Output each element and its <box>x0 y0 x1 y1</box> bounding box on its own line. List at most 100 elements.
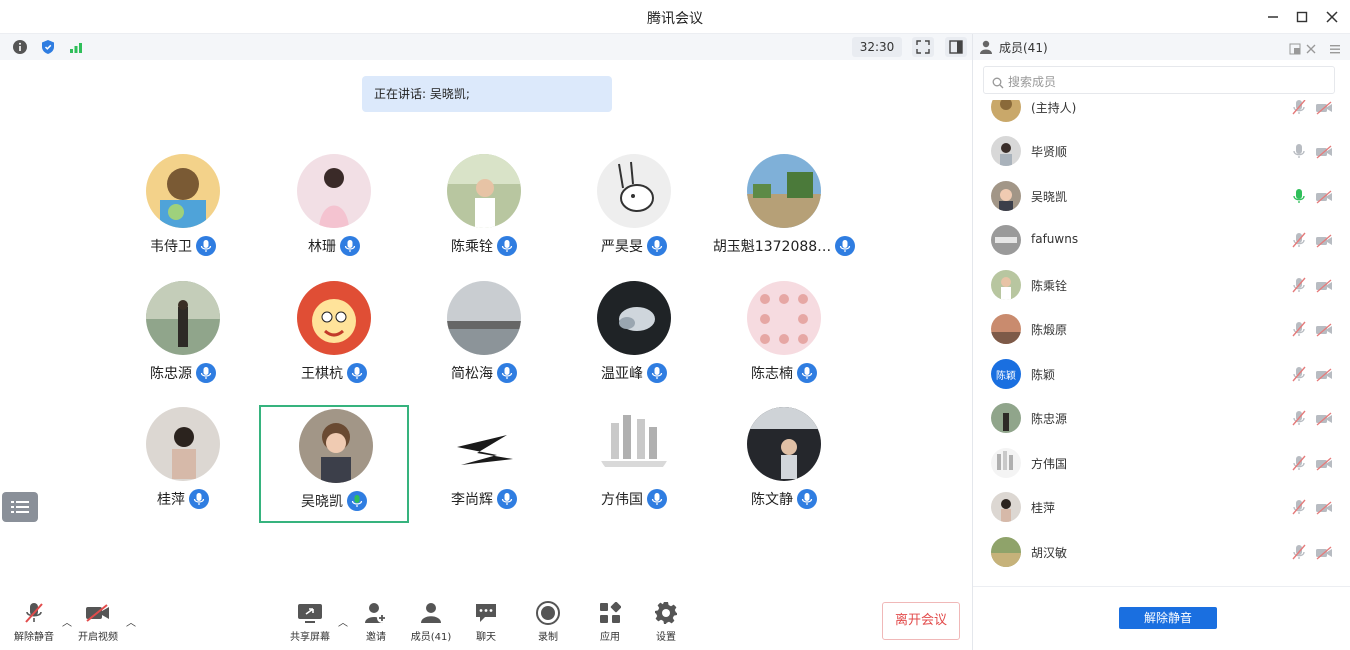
member-row[interactable]: 桂萍 <box>973 486 1350 530</box>
chat-button[interactable]: 聊天 <box>458 600 514 643</box>
muted-mic-icon[interactable] <box>1291 366 1307 382</box>
participant-tile[interactable]: 吴晓凯 <box>259 405 409 523</box>
member-row[interactable]: (主持人) <box>973 100 1350 130</box>
list-view-button[interactable] <box>2 492 38 522</box>
participant-tile[interactable]: 方伟国 <box>559 407 709 525</box>
member-row[interactable]: fafuwns <box>973 219 1350 263</box>
shield-icon[interactable] <box>39 38 57 56</box>
participant-tile[interactable]: 王棋杭 <box>259 281 409 399</box>
member-row[interactable]: 陈煅原 <box>973 308 1350 352</box>
muted-mic-icon[interactable] <box>1291 100 1307 115</box>
participant-name-line: 简松海 <box>409 363 559 383</box>
minimize-button[interactable] <box>1262 6 1284 28</box>
member-row[interactable]: 方伟国 <box>973 442 1350 486</box>
participant-tile[interactable]: 陈忠源 <box>108 281 258 399</box>
participant-tile[interactable]: 胡玉魁1372088… <box>709 154 859 272</box>
participant-tile[interactable]: 陈志楠 <box>709 281 859 399</box>
muted-mic-icon[interactable] <box>1291 410 1307 426</box>
share-screen-button[interactable]: 共享屏幕 <box>282 600 338 643</box>
popout-icon[interactable] <box>1289 40 1301 59</box>
participant-tile[interactable]: 林珊 <box>259 154 409 272</box>
toggle-panel-button[interactable] <box>945 37 967 57</box>
avatar <box>597 154 671 228</box>
muted-mic-icon[interactable] <box>1291 321 1307 337</box>
video-off-icon[interactable] <box>1315 545 1333 560</box>
video-off-icon[interactable] <box>1315 189 1333 204</box>
member-search-input[interactable]: 搜索成员 <box>983 66 1335 94</box>
members-button[interactable]: 成员(41) <box>403 600 459 643</box>
video-off-icon[interactable] <box>1315 322 1333 337</box>
info-icon[interactable] <box>11 38 29 56</box>
mic-icon[interactable] <box>1291 143 1307 159</box>
member-name: 陈乘铨 <box>1031 279 1068 293</box>
member-row[interactable]: 陈乘铨 <box>973 264 1350 308</box>
record-icon <box>520 600 576 626</box>
video-options-caret[interactable]: ︿ <box>126 614 136 629</box>
start-video-button[interactable]: 开启视频 <box>70 600 126 643</box>
participant-tile[interactable]: 桂萍 <box>108 407 258 525</box>
participant-tile[interactable]: 韦侍卫 <box>108 154 258 272</box>
members-icon <box>403 600 459 626</box>
avatar <box>146 407 220 481</box>
participant-name: 胡玉魁1372088… <box>712 239 832 255</box>
title-bar: 腾讯会议 <box>0 0 1350 34</box>
participant-tile[interactable]: 李尚辉 <box>409 407 559 525</box>
video-off-icon[interactable] <box>1315 456 1333 471</box>
speaking-mic-icon <box>347 491 367 511</box>
close-panel-icon[interactable] <box>1305 40 1317 59</box>
member-list: (主持人) 毕贤顺 吴晓凯 fafuwns 陈乘铨 陈煅原 陈颖 陈颖 陈忠源 … <box>973 100 1350 586</box>
participant-name: 桂萍 <box>157 492 185 508</box>
muted-mic-icon[interactable] <box>1291 499 1307 515</box>
muted-mic-icon <box>647 236 667 256</box>
participant-tile[interactable]: 温亚峰 <box>559 281 709 399</box>
member-row[interactable]: 毕贤顺 <box>973 130 1350 174</box>
avatar <box>991 492 1021 522</box>
member-row[interactable]: 陈颖 陈颖 <box>973 353 1350 397</box>
participant-tile[interactable]: 陈乘铨 <box>409 154 559 272</box>
participant-tile[interactable]: 严昊旻 <box>559 154 709 272</box>
participant-name: 李尚辉 <box>451 492 493 508</box>
muted-mic-icon[interactable] <box>1291 455 1307 471</box>
leave-meeting-button[interactable]: 离开会议 <box>882 602 960 640</box>
video-off-icon[interactable] <box>1315 500 1333 515</box>
muted-mic-icon <box>647 363 667 383</box>
video-off-icon[interactable] <box>1315 411 1333 426</box>
unmute-button[interactable]: 解除静音 <box>6 600 62 643</box>
participant-name-line: 陈乘铨 <box>409 236 559 256</box>
muted-mic-icon[interactable] <box>1291 544 1307 560</box>
video-off-icon[interactable] <box>1315 233 1333 248</box>
video-off-icon[interactable] <box>1315 278 1333 293</box>
participant-tile[interactable]: 陈文静 <box>709 407 859 525</box>
avatar <box>747 154 821 228</box>
participant-name: 温亚峰 <box>601 366 643 382</box>
maximize-button[interactable] <box>1291 6 1313 28</box>
panel-menu-icon[interactable] <box>1329 40 1341 59</box>
video-off-icon[interactable] <box>1315 367 1333 382</box>
fullscreen-button[interactable] <box>912 37 934 57</box>
video-off-icon[interactable] <box>1315 100 1333 115</box>
member-row[interactable]: 胡汉敏 <box>973 531 1350 575</box>
share-options-caret[interactable]: ︿ <box>338 614 348 629</box>
speaking-mic-icon[interactable] <box>1291 188 1307 204</box>
record-button[interactable]: 录制 <box>520 600 576 643</box>
member-row[interactable]: 陈忠源 <box>973 397 1350 441</box>
participant-name: 简松海 <box>451 366 493 382</box>
avatar <box>991 100 1021 122</box>
muted-mic-icon[interactable] <box>1291 277 1307 293</box>
meeting-window: 腾讯会议 32:30 正在讲话: 吴晓凯; 韦侍卫 林珊 陈乘铨 严昊旻 胡玉魁… <box>0 0 1350 650</box>
participant-name-line: 桂萍 <box>108 489 258 509</box>
apps-button[interactable]: 应用 <box>582 600 638 643</box>
avatar <box>991 270 1021 300</box>
chat-label: 聊天 <box>476 632 496 643</box>
muted-mic-icon[interactable] <box>1291 232 1307 248</box>
settings-button[interactable]: 设置 <box>638 600 694 643</box>
muted-mic-icon <box>340 236 360 256</box>
signal-icon[interactable] <box>67 38 85 56</box>
member-row[interactable]: 吴晓凯 <box>973 175 1350 219</box>
close-button[interactable] <box>1321 6 1343 28</box>
muted-mic-icon <box>347 363 367 383</box>
unmute-all-button[interactable]: 解除静音 <box>1119 607 1217 629</box>
video-off-icon[interactable] <box>1315 144 1333 159</box>
invite-button[interactable]: 邀请 <box>348 600 404 643</box>
participant-tile[interactable]: 简松海 <box>409 281 559 399</box>
